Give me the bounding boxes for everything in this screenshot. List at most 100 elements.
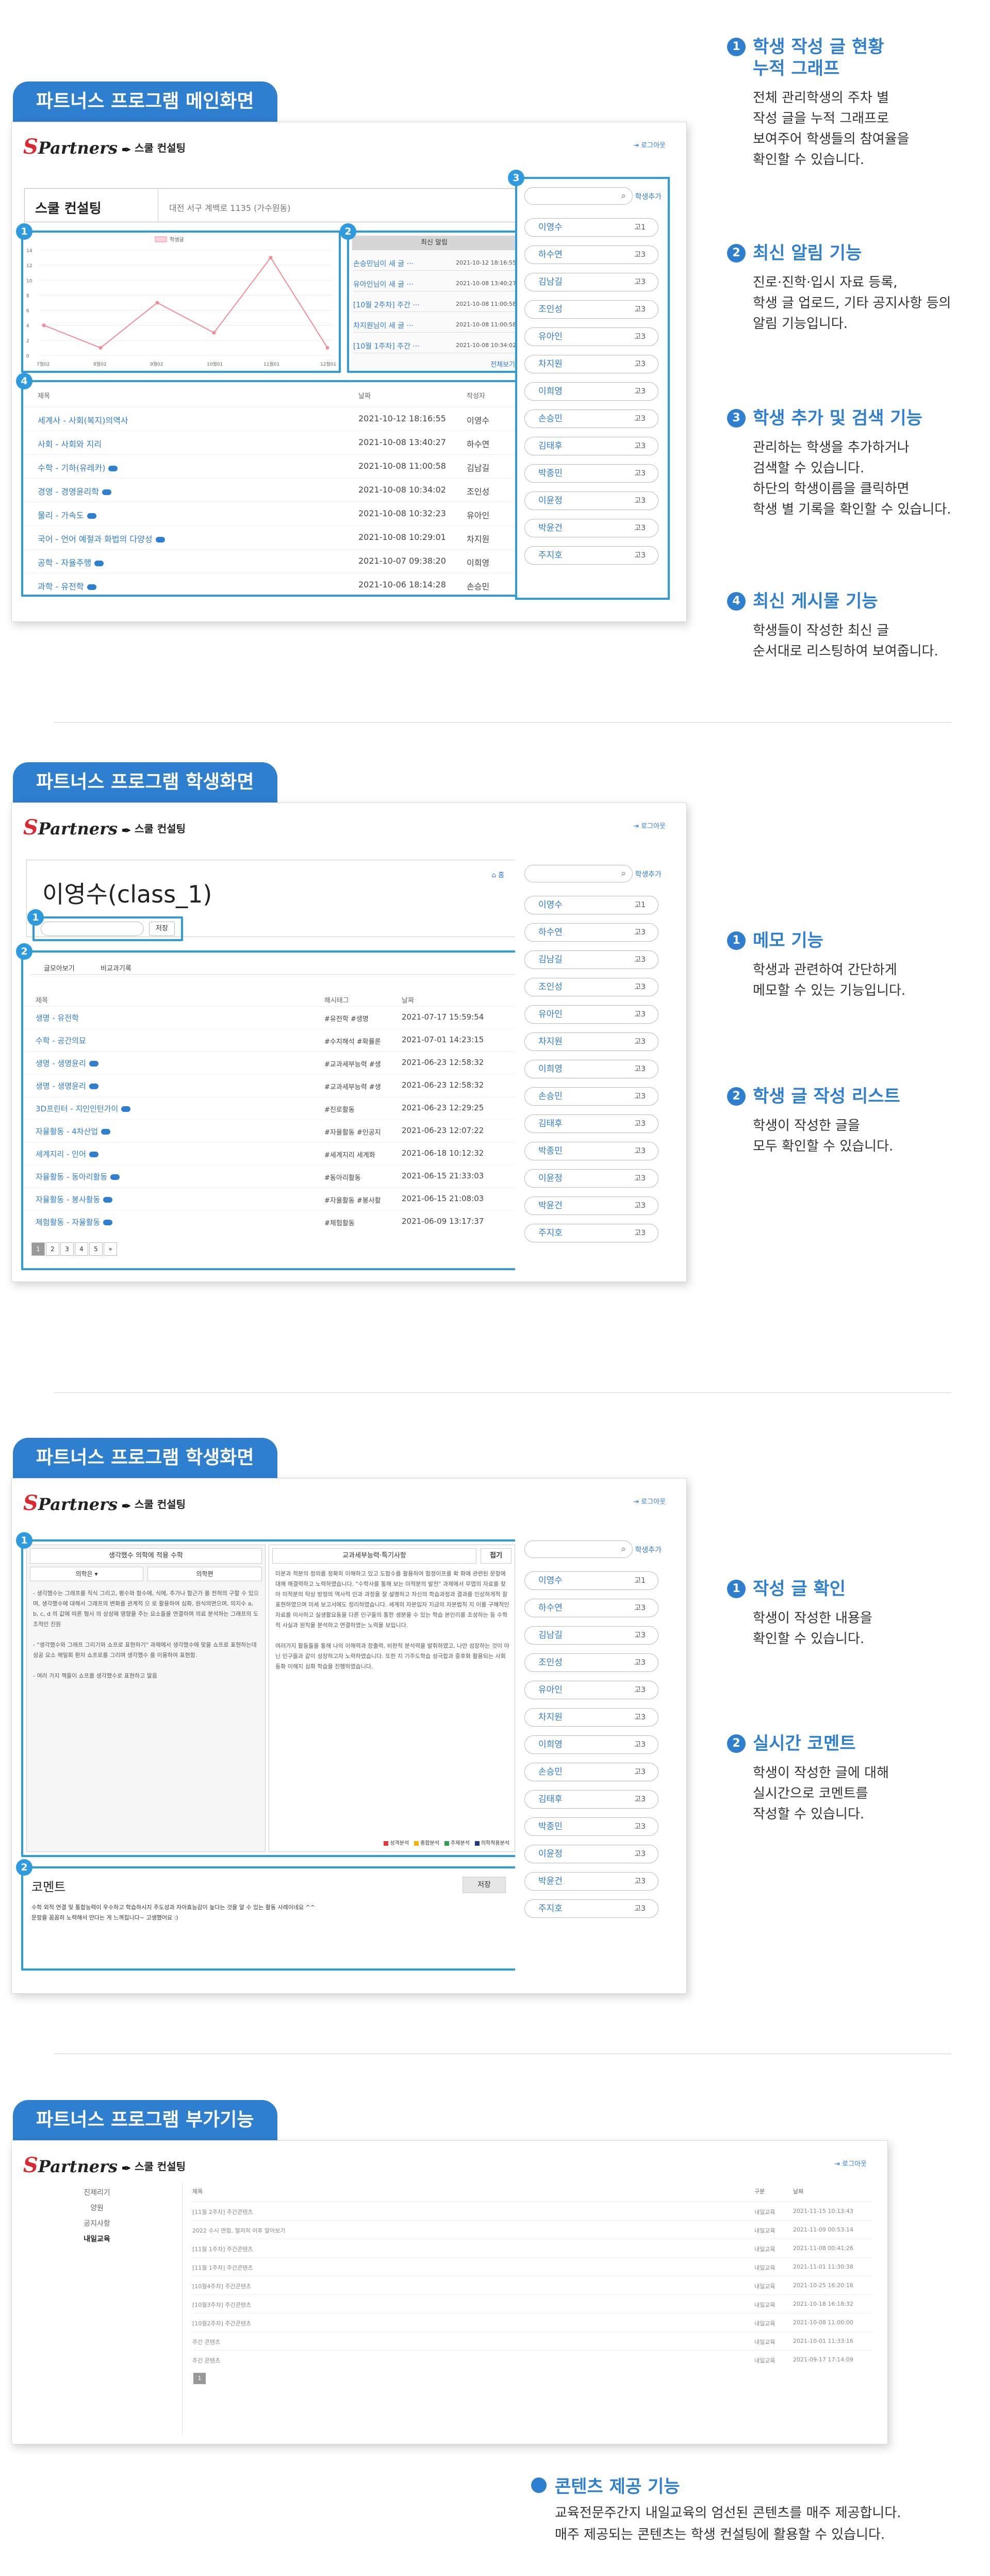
student-item[interactable]: 유아인 고3 [524, 1005, 658, 1024]
content-title[interactable]: [11월 1주차] 주간콘텐츠 [192, 2263, 253, 2272]
student-item[interactable]: 이영수 고1 [524, 218, 658, 237]
content-title[interactable]: 주간 콘텐츠 [192, 2338, 220, 2346]
post-title[interactable]: 세계사 - 사회(복지)의역사 [38, 414, 128, 426]
row-title[interactable]: 수학 - 공간의묘 [36, 1035, 86, 1046]
student-item[interactable]: 손승민 고3 [524, 1763, 658, 1781]
student-item[interactable]: 주지호 고3 [524, 546, 658, 565]
student-post-row[interactable]: 생명 - 생명윤리 #교과세부능력 #생 2021-06-23 12:58:32 [23, 1074, 519, 1097]
notice-item[interactable]: 유아인님이 새 글 ··· 2021-10-08 13:40:27 [353, 276, 516, 291]
notice-more-link[interactable]: 전체보기 [490, 359, 515, 369]
student-item[interactable]: 박윤건 고3 [524, 519, 658, 537]
student-item[interactable]: 박종민 고3 [524, 464, 658, 483]
comment-save-button[interactable]: 저장 [463, 1877, 506, 1893]
student-item[interactable]: 박윤건 고3 [524, 1872, 658, 1891]
student-item[interactable]: 조인성 고3 [524, 1653, 658, 1672]
student-post-row[interactable]: 3D프린터 - 지인인턴가이 #진로활동 2021-06-23 12:29:25 [23, 1097, 519, 1120]
notice-item[interactable]: 손승민님이 새 글 ··· 2021-10-12 18:16:55 [353, 255, 516, 271]
student-item[interactable]: 김남길 고3 [524, 1626, 658, 1645]
row-title[interactable]: 세계지리 - 인어 [36, 1148, 98, 1159]
post-title[interactable]: 물리 - 가속도 [38, 508, 96, 521]
content-row[interactable]: 주간 콘텐츠 내일교육 2021-10-01 11:33:16 [192, 2332, 873, 2350]
content-title[interactable]: [11월 2주차] 주간콘텐츠 [192, 2208, 253, 2216]
student-item[interactable]: 김태후 고3 [524, 1790, 658, 1809]
student-item[interactable]: 주지호 고3 [524, 1224, 658, 1242]
post-title[interactable]: 과학 - 유전학 [38, 580, 96, 592]
data-point[interactable] [155, 301, 159, 305]
data-point[interactable] [269, 256, 273, 260]
student-post-row[interactable]: 생명 - 생명윤리 #교과세부능력 #생 2021-06-23 12:58:32 [23, 1052, 519, 1074]
student-item[interactable]: 김태후 고3 [524, 437, 658, 455]
tab-posts[interactable]: 글모아보기 [44, 963, 75, 973]
content-row[interactable]: [10월4주차] 주간콘텐츠 내일교육 2021-10-25 16:20:16 [192, 2276, 873, 2294]
post-row[interactable]: 사회 - 사회와 지리 2021-10-08 13:40:27 하수연 [23, 431, 519, 454]
add-student-link[interactable]: 학생추가 [635, 191, 662, 202]
post-row[interactable]: 물리 - 가속도 2021-10-08 10:32:23 유아인 [23, 502, 519, 526]
student-item[interactable]: 이희영 고3 [524, 382, 658, 401]
student-search-input[interactable]: ⌕ [524, 1540, 633, 1558]
content-row[interactable]: 주간 콘텐츠 내일교육 2021-09-17 17:14:09 [192, 2350, 873, 2369]
data-point[interactable] [98, 346, 103, 350]
student-search-input[interactable]: ⌕ [524, 865, 633, 882]
logo[interactable]: SPartners ✒ [23, 135, 131, 159]
content-title[interactable]: [10월3주차] 주간콘텐츠 [192, 2301, 251, 2309]
data-point[interactable] [212, 331, 216, 335]
student-item[interactable]: 유아인 고3 [524, 327, 658, 346]
home-link[interactable]: ⌂ 홈 [492, 869, 504, 879]
content-title[interactable]: [10월2주차] 주간콘텐츠 [192, 2319, 251, 2327]
post-title[interactable]: 국어 - 언어 예절과 화법의 다양성 [38, 532, 165, 545]
data-point[interactable] [42, 323, 46, 327]
row-title[interactable]: 자율활동 - 동아리활동 [36, 1171, 120, 1182]
content-row[interactable]: [10월3주차] 주간콘텐츠 내일교육 2021-10-18 16:18:32 [192, 2294, 873, 2313]
logo[interactable]: SPartners ✒ [23, 815, 131, 840]
logout-link[interactable]: ⇥ 로그아웃 [633, 821, 666, 830]
student-item[interactable]: 조인성 고3 [524, 300, 658, 319]
post-title[interactable]: 경영 - 경영윤리학 [38, 485, 111, 497]
post-title[interactable]: 공학 - 자율주행 [38, 556, 104, 568]
student-post-row[interactable]: 생명 - 유전학 #유전학 #생명 2021-07-17 15:59:54 [23, 1006, 519, 1029]
student-post-row[interactable]: 체험활동 - 자율활동 #체험활동 2021-06-09 13:17:37 [23, 1210, 519, 1233]
content-title[interactable]: [11월 1주차] 주간콘텐츠 [192, 2245, 253, 2253]
page-button[interactable]: 3 [60, 1242, 74, 1256]
student-item[interactable]: 김남길 고3 [524, 273, 658, 291]
notice-item[interactable]: [10월 2주차] 주간 ··· 2021-10-08 11:00:58 [353, 297, 516, 312]
menu-item[interactable]: 공지사항 [12, 2218, 182, 2228]
content-row[interactable]: [11월 2주차] 주간콘텐츠 내일교육 2021-11-15 10:13:43 [192, 2202, 873, 2220]
logout-link[interactable]: ⇥ 로그아웃 [834, 2158, 867, 2168]
student-item[interactable]: 이영수 고1 [524, 896, 658, 914]
notice-item[interactable]: 차지원님이 새 글 ··· 2021-10-08 11:00:58 [353, 317, 516, 333]
student-item[interactable]: 김태후 고3 [524, 1114, 658, 1133]
student-post-row[interactable]: 자율활동 - 동아리활동 #동아리활동 2021-06-15 21:33:03 [23, 1165, 519, 1188]
page-button[interactable]: 4 [75, 1242, 88, 1256]
post-row[interactable]: 세계사 - 사회(복지)의역사 2021-10-12 18:16:55 이영수 [23, 407, 519, 431]
student-item[interactable]: 박종민 고3 [524, 1142, 658, 1160]
student-item[interactable]: 손승민 고3 [524, 409, 658, 428]
post-row[interactable]: 공학 - 자율주행 2021-10-07 09:38:20 이희영 [23, 549, 519, 573]
post-row[interactable]: 경영 - 경영윤리학 2021-10-08 10:34:02 조인성 [23, 478, 519, 502]
data-point[interactable] [325, 346, 329, 350]
page-button[interactable]: 1 [31, 1242, 45, 1256]
add-student-link[interactable]: 학생추가 [635, 1545, 662, 1555]
student-search-input[interactable]: ⌕ [524, 187, 633, 205]
student-item[interactable]: 이희영 고3 [524, 1735, 658, 1754]
content-title[interactable]: 주간 콘텐츠 [192, 2356, 220, 2365]
student-item[interactable]: 유아인 고3 [524, 1681, 658, 1699]
student-item[interactable]: 하수연 고3 [524, 923, 658, 942]
post-row[interactable]: 과학 - 유전학 2021-10-06 18:14:28 손승민 [23, 573, 519, 597]
row-title[interactable]: 생명 - 생명윤리 [36, 1058, 98, 1069]
post-row[interactable]: 국어 - 언어 예절과 화법의 다양성 2021-10-08 10:29:01 차지… [23, 526, 519, 549]
content-title[interactable]: 2022 수시 면접, 철저히 이후 알아보기 [192, 2226, 286, 2235]
student-item[interactable]: 박종민 고3 [524, 1817, 658, 1836]
row-title[interactable]: 3D프린터 - 지인인턴가이 [36, 1103, 131, 1114]
row-title[interactable]: 체험활동 - 자율활동 [36, 1217, 113, 1227]
tab-extracurricular[interactable]: 비교과기록 [101, 963, 131, 973]
student-item[interactable]: 이윤정 고3 [524, 491, 658, 510]
student-item[interactable]: 박윤건 고3 [524, 1196, 658, 1215]
student-post-row[interactable]: 자율활동 - 4차산업 #자율활동 #인공지 2021-06-23 12:07:22 [23, 1120, 519, 1142]
row-title[interactable]: 자율활동 - 봉사활동 [36, 1194, 113, 1205]
content-row[interactable]: [11월 1주차] 주간콘텐츠 내일교육 2021-11-01 11:30:38 [192, 2257, 873, 2276]
student-item[interactable]: 김남길 고3 [524, 950, 658, 969]
content-title[interactable]: [10월4주차] 주간콘텐츠 [192, 2282, 251, 2290]
comment-text[interactable]: 수학 외적 연결 및 통합능력이 우수하고 학습하시지 주도성과 자아효능감이 … [31, 1902, 511, 1923]
menu-item[interactable]: 진제리기 [12, 2187, 182, 2197]
student-item[interactable]: 이희영 고3 [524, 1060, 658, 1078]
